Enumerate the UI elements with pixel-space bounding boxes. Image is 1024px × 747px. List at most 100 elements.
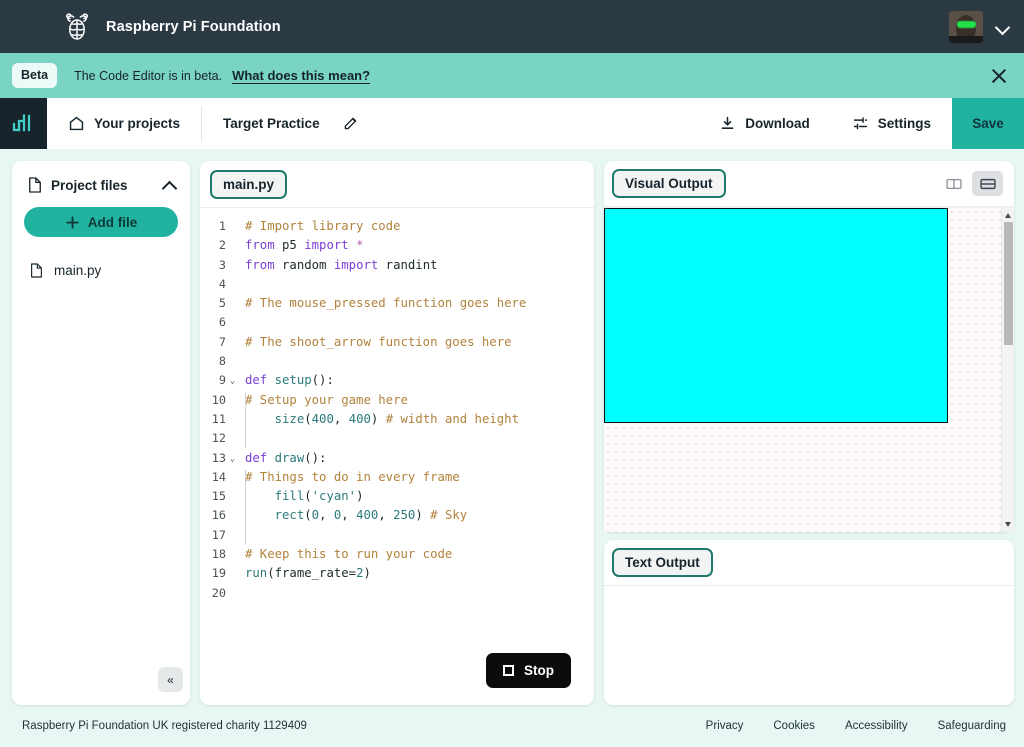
code-editor-panel: main.py 1# Import library code2from p5 i… — [200, 161, 594, 705]
chevron-down-icon[interactable] — [996, 22, 1010, 31]
avatar[interactable] — [949, 11, 983, 43]
beta-banner: Beta The Code Editor is in beta. What do… — [0, 53, 1024, 98]
code-line-text: # Keep this to run your code — [239, 545, 452, 564]
code-line-text: rect(0, 0, 400, 250) # Sky — [239, 506, 467, 525]
code-line: 9⌄def setup(): — [200, 371, 594, 390]
code-line-text: def draw(): — [239, 449, 326, 468]
pencil-icon[interactable] — [342, 115, 359, 132]
line-number: 3 — [200, 256, 226, 275]
home-icon — [68, 115, 85, 132]
footer-link[interactable]: Safeguarding — [938, 720, 1006, 732]
canvas-sky-rect — [604, 208, 948, 423]
footer-link[interactable]: Accessibility — [845, 720, 908, 732]
tab-visual-output[interactable]: Visual Output — [612, 169, 726, 198]
project-files-title: Project files — [51, 178, 128, 193]
stop-button[interactable]: Stop — [486, 653, 571, 688]
text-output-header: Text Output — [604, 540, 1014, 586]
toolbar: Your projects Target Practice Download — [0, 98, 1024, 149]
avatar-overlay — [957, 21, 976, 28]
spacer — [380, 98, 699, 149]
download-button[interactable]: Download — [698, 98, 831, 149]
text-output-body[interactable] — [604, 586, 1014, 705]
code-line: 3 from random import randint — [200, 256, 594, 275]
code-line: 10# Setup your game here — [200, 391, 594, 410]
code-text-area[interactable]: 1# Import library code2from p5 import *3… — [200, 208, 594, 705]
tab-text-output[interactable]: Text Output — [612, 548, 713, 577]
line-number: 16 — [200, 506, 226, 525]
code-line-text: # The mouse_pressed function goes here — [239, 294, 526, 313]
your-projects-link[interactable]: Your projects — [47, 98, 201, 149]
code-line: 6 — [200, 313, 594, 332]
code-line-text: from p5 import * — [239, 236, 363, 255]
code-editor-logo-icon[interactable] — [0, 98, 47, 149]
code-line: 8 — [200, 352, 594, 371]
line-number: 18 — [200, 545, 226, 564]
line-number: 14 — [200, 468, 226, 487]
code-line-text: from random import randint — [239, 256, 438, 275]
line-number: 12 — [200, 429, 226, 448]
project-files-sidebar: Project files Add file main.py « — [12, 161, 190, 705]
code-line: 17 — [200, 526, 594, 545]
canvas-scrollbar[interactable] — [1001, 208, 1014, 532]
avatar-band — [949, 36, 983, 43]
line-number: 8 — [200, 352, 226, 371]
visual-output-canvas[interactable] — [604, 207, 1014, 532]
code-line-text: def setup(): — [239, 371, 334, 390]
output-column: Visual Output — [604, 161, 1014, 705]
indent-guide — [245, 393, 246, 448]
tab-main-py[interactable]: main.py — [210, 170, 287, 199]
footer-copyright: Raspberry Pi Foundation UK registered ch… — [22, 720, 307, 732]
list-item[interactable]: main.py — [12, 259, 190, 282]
visual-output-panel: Visual Output — [604, 161, 1014, 532]
line-number: 9 — [200, 371, 226, 390]
split-horizontal-icon[interactable] — [972, 171, 1003, 196]
scrollbar-thumb[interactable] — [1004, 222, 1013, 345]
scroll-up-arrow-icon[interactable] — [1005, 213, 1011, 218]
project-files-header: Project files — [12, 161, 190, 205]
stop-square-icon — [503, 665, 514, 676]
code-line: 14# Things to do in every frame — [200, 468, 594, 487]
beta-message: The Code Editor is in beta. — [74, 69, 222, 83]
close-icon[interactable] — [988, 65, 1010, 87]
split-vertical-icon[interactable] — [938, 171, 969, 196]
line-number: 1 — [200, 217, 226, 236]
plus-icon — [65, 215, 80, 230]
line-number: 11 — [200, 410, 226, 429]
add-file-button[interactable]: Add file — [24, 207, 178, 237]
sliders-icon — [852, 115, 869, 132]
code-line-text: size(400, 400) # width and height — [239, 410, 519, 429]
code-line: 12 — [200, 429, 594, 448]
line-number: 10 — [200, 391, 226, 410]
fold-chevron-icon[interactable]: ⌄ — [226, 449, 239, 470]
settings-button[interactable]: Settings — [831, 98, 952, 149]
code-line-text: # The shoot_arrow function goes here — [239, 333, 512, 352]
footer-link[interactable]: Cookies — [773, 720, 815, 732]
brand-title: Raspberry Pi Foundation — [106, 19, 281, 35]
file-icon — [28, 177, 42, 193]
fold-chevron-icon[interactable]: ⌄ — [226, 371, 239, 392]
settings-label: Settings — [878, 116, 931, 131]
project-name: Target Practice — [223, 116, 320, 131]
line-number: 5 — [200, 294, 226, 313]
code-line-text: run(frame_rate=2) — [239, 564, 371, 583]
code-line: 5 # The mouse_pressed function goes here — [200, 294, 594, 313]
scroll-down-arrow-icon[interactable] — [1005, 522, 1011, 527]
line-number: 4 — [200, 275, 226, 294]
line-number: 19 — [200, 564, 226, 583]
editor-tabbar: main.py — [200, 161, 594, 208]
line-number: 13 — [200, 449, 226, 468]
line-number: 6 — [200, 313, 226, 332]
collapse-sidebar-button[interactable]: « — [158, 667, 183, 692]
chevron-up-icon[interactable] — [162, 181, 176, 190]
indent-guide — [245, 470, 246, 544]
visual-output-header: Visual Output — [604, 161, 1014, 207]
download-icon — [719, 115, 736, 132]
save-button[interactable]: Save — [952, 98, 1024, 149]
code-line: 18 # Keep this to run your code — [200, 545, 594, 564]
download-label: Download — [745, 116, 810, 131]
stop-label: Stop — [524, 663, 554, 678]
code-line: 15 fill('cyan') — [200, 487, 594, 506]
footer-link[interactable]: Privacy — [706, 720, 744, 732]
code-line: 20 — [200, 584, 594, 603]
beta-learn-more-link[interactable]: What does this mean? — [232, 68, 370, 83]
